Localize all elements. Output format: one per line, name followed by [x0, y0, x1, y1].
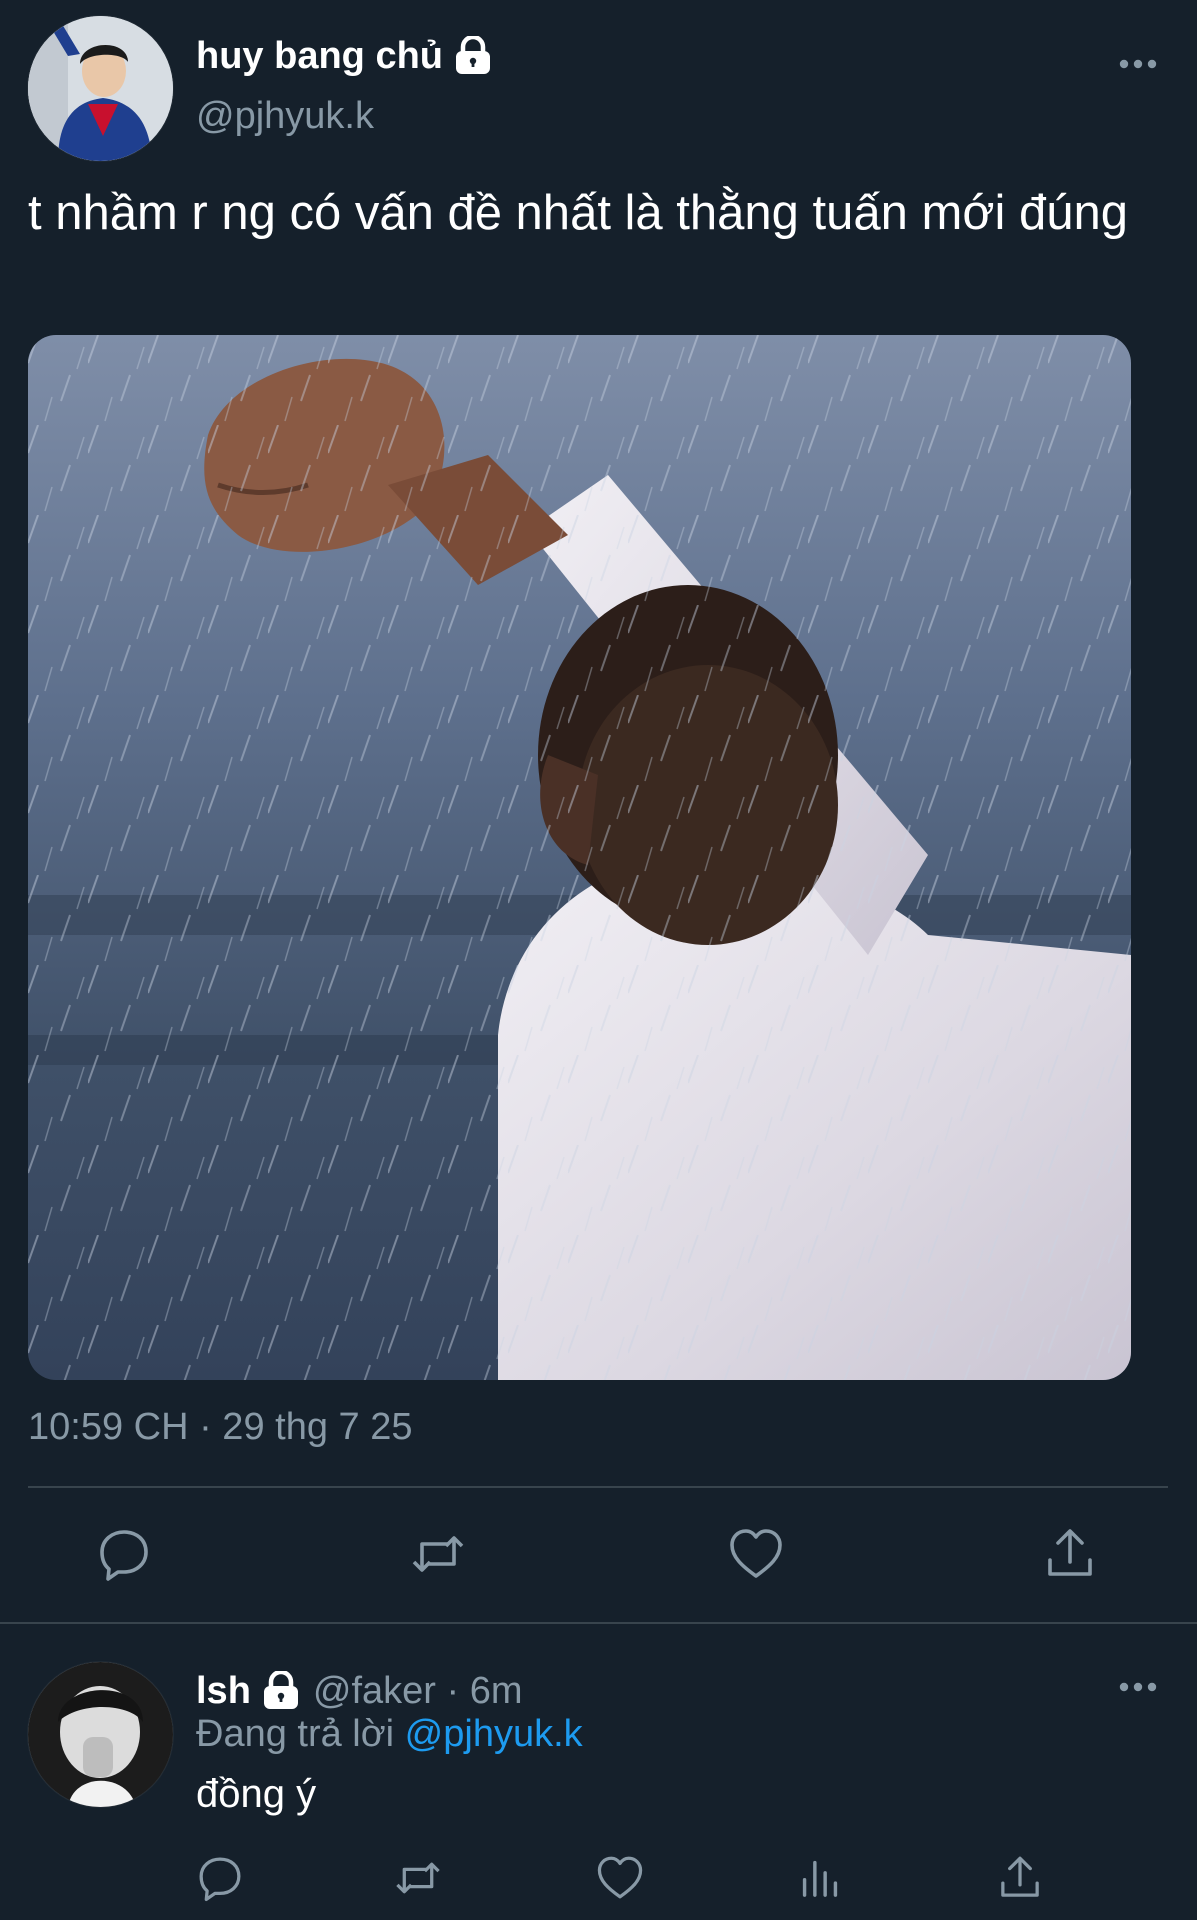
avatar-image [28, 16, 173, 161]
replying-prefix: Đang trả lời [196, 1713, 395, 1755]
mention-link[interactable]: @pjhyuk.k [405, 1713, 583, 1755]
avatar[interactable] [28, 16, 173, 161]
lock-icon [261, 1671, 301, 1711]
reply-handle-time[interactable]: @faker · 6m [313, 1670, 523, 1713]
avatar[interactable] [28, 1662, 173, 1807]
display-name[interactable]: lsh [196, 1670, 251, 1713]
lock-icon [453, 36, 493, 76]
display-name[interactable]: huy bang chủ [196, 35, 443, 78]
stats-icon[interactable] [796, 1854, 844, 1902]
rain-photo [28, 335, 1131, 1380]
main-tweet[interactable]: huy bang chủ @pjhyuk.k t nhầm r ng có vấ… [0, 0, 1197, 1622]
author-name-row: huy bang chủ [196, 30, 493, 82]
replying-to-line: Đang trả lời @pjhyuk.k [196, 1713, 583, 1756]
reply-icon[interactable] [96, 1526, 152, 1582]
avatar-image [28, 1662, 173, 1807]
tweet-text: t nhầm r ng có vấn đề nhất là thằng tuấn… [28, 186, 1128, 240]
like-icon[interactable] [596, 1854, 644, 1902]
more-options-icon[interactable] [1118, 1680, 1158, 1694]
tweet-timestamp[interactable]: 10:59 CH · 29 thg 7 25 [28, 1406, 412, 1449]
more-options-icon[interactable] [1118, 57, 1158, 71]
reply-icon[interactable] [196, 1854, 244, 1902]
tweet-media-image[interactable] [28, 335, 1131, 1380]
share-icon[interactable] [1042, 1526, 1098, 1582]
reply-text: đồng ý [196, 1772, 317, 1816]
author-handle[interactable]: @pjhyuk.k [196, 95, 374, 138]
divider [0, 1622, 1197, 1624]
divider [28, 1486, 1168, 1488]
retweet-icon[interactable] [394, 1854, 442, 1902]
reply-author-row: lsh @faker · 6m [196, 1664, 523, 1718]
tweet-thread: huy bang chủ @pjhyuk.k t nhầm r ng có vấ… [0, 0, 1197, 1920]
retweet-icon[interactable] [410, 1526, 466, 1582]
like-icon[interactable] [728, 1526, 784, 1582]
share-icon[interactable] [996, 1854, 1044, 1902]
